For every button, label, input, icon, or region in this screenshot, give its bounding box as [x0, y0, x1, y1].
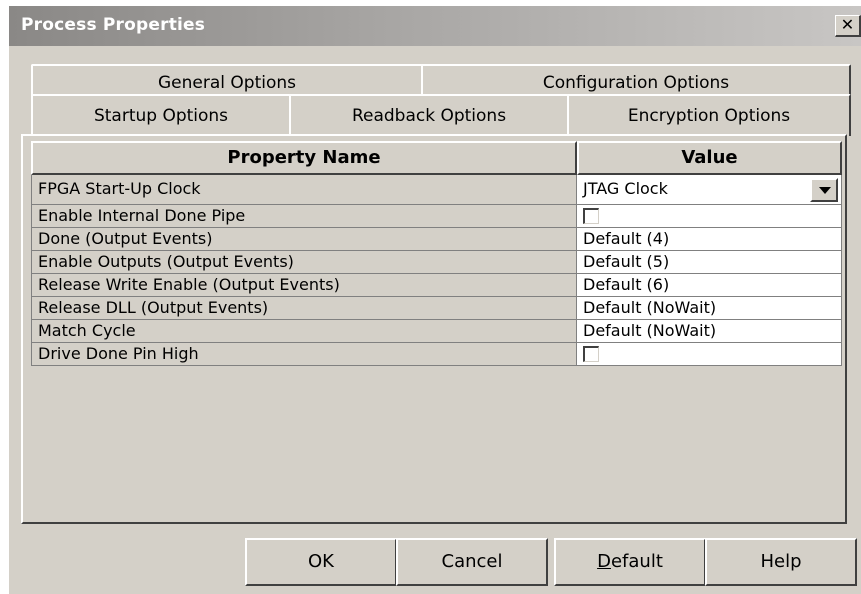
- table-row: Release DLL (Output Events) Default (NoW…: [31, 297, 842, 320]
- table-row: Release Write Enable (Output Events) Def…: [31, 274, 842, 297]
- property-name: Match Cycle: [31, 320, 577, 343]
- table-row: Enable Outputs (Output Events) Default (…: [31, 251, 842, 274]
- window-title: Process Properties: [21, 15, 206, 35]
- tab-general-options[interactable]: General Options: [31, 64, 423, 98]
- property-value[interactable]: Default (NoWait): [577, 297, 842, 320]
- property-name: FPGA Start-Up Clock: [31, 175, 577, 205]
- table-row: Drive Done Pin High: [31, 343, 842, 366]
- tab-configuration-options[interactable]: Configuration Options: [421, 64, 851, 98]
- tab-label: General Options: [158, 73, 296, 93]
- table-row: FPGA Start-Up Clock JTAG Clock: [31, 175, 842, 205]
- tab-readback-options[interactable]: Readback Options: [289, 94, 569, 136]
- property-name: Enable Internal Done Pipe: [31, 205, 577, 228]
- tab-label: Startup Options: [93, 106, 229, 126]
- property-value[interactable]: Default (6): [577, 274, 842, 297]
- table-row: Match Cycle Default (NoWait): [31, 320, 842, 343]
- button-mnemonic: D: [597, 551, 611, 572]
- button-label: Help: [760, 551, 802, 572]
- property-name: Release Write Enable (Output Events): [31, 274, 577, 297]
- property-value[interactable]: Default (4): [577, 228, 842, 251]
- tab-startup-options[interactable]: Startup Options: [31, 94, 291, 136]
- drive-done-pin-high-checkbox[interactable]: [583, 346, 599, 362]
- combo-value: JTAG Clock: [583, 179, 668, 198]
- column-header-property-name[interactable]: Property Name: [31, 141, 577, 175]
- property-name: Release DLL (Output Events): [31, 297, 577, 320]
- help-button[interactable]: Help: [705, 538, 857, 586]
- property-name: Done (Output Events): [31, 228, 577, 251]
- default-button[interactable]: Default: [554, 538, 706, 586]
- property-value[interactable]: Default (5): [577, 251, 842, 274]
- button-label: Cancel: [441, 551, 503, 572]
- tab-label: Readback Options: [351, 106, 507, 126]
- tab-label: Configuration Options: [542, 73, 730, 93]
- property-value[interactable]: Default (NoWait): [577, 320, 842, 343]
- table-row: Enable Internal Done Pipe: [31, 205, 842, 228]
- value-cell: [577, 343, 842, 366]
- tab-label: Encryption Options: [627, 106, 791, 126]
- table-row: Done (Output Events) Default (4): [31, 228, 842, 251]
- tab-encryption-options[interactable]: Encryption Options: [567, 94, 851, 136]
- startup-clock-combo[interactable]: JTAG Clock: [577, 175, 842, 205]
- ok-button[interactable]: OK: [245, 538, 397, 586]
- value-cell: [577, 205, 842, 228]
- close-button[interactable]: ✕: [835, 15, 861, 37]
- button-label: OK: [308, 551, 334, 572]
- button-label: efault: [610, 551, 663, 572]
- cancel-button[interactable]: Cancel: [396, 538, 548, 586]
- enable-internal-done-pipe-checkbox[interactable]: [583, 208, 599, 224]
- property-name: Enable Outputs (Output Events): [31, 251, 577, 274]
- chevron-down-icon[interactable]: [810, 178, 838, 202]
- title-bar: Process Properties ✕: [9, 6, 861, 46]
- close-icon: ✕: [840, 15, 855, 34]
- property-name: Drive Done Pin High: [31, 343, 577, 366]
- column-header-value[interactable]: Value: [577, 141, 842, 175]
